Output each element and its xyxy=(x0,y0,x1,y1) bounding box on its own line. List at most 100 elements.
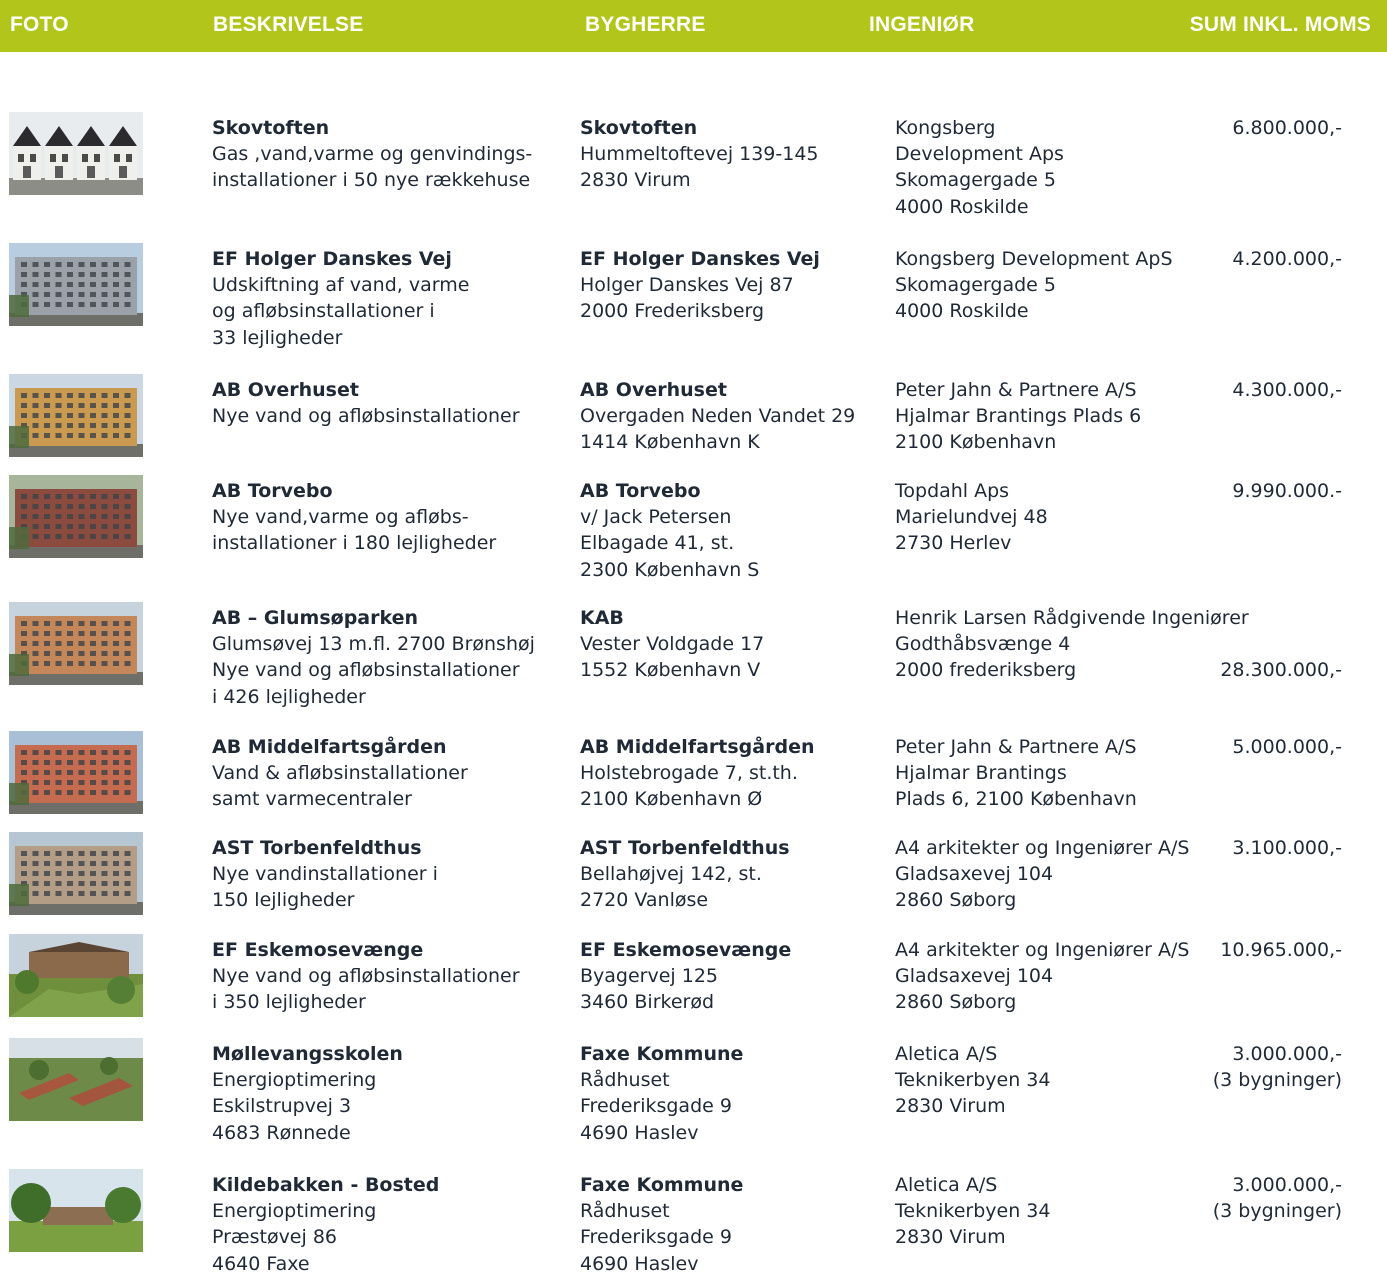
owner-cell-line: 2000 Frederiksberg xyxy=(580,300,765,323)
description-cell-line: i 426 lejligheder xyxy=(212,685,366,708)
owner-cell-title: KAB xyxy=(580,607,624,629)
owner-cell-title: Faxe Kommune xyxy=(580,1174,744,1196)
sum-cell: 3.100.000,- xyxy=(1232,835,1342,861)
engineer-cell-line: 2830 Virum xyxy=(895,1226,1006,1249)
owner-cell-line: 2300 København S xyxy=(580,558,760,581)
engineer-cell-line: 2830 Virum xyxy=(895,1095,1006,1118)
owner-cell-title: EF Holger Danskes Vej xyxy=(580,248,820,270)
description-cell: AB – Glumsøparken Glumsøvej 13 m.fl. 2700… xyxy=(212,605,535,710)
sum-cell-line: 28.300.000,- xyxy=(1220,659,1342,682)
owner-cell-line: Frederiksgade 9 xyxy=(580,1095,732,1118)
engineer-cell-line: 4000 Roskilde xyxy=(895,195,1029,218)
description-cell: EF Eskemosevænge Nye vand og afløbsinstal… xyxy=(212,937,520,1016)
owner-cell: AST Torbenfeldthus Bellahøjvej 142, st. 27… xyxy=(580,835,790,914)
sum-cell: 6.800.000,- xyxy=(1232,115,1342,141)
sum-cell-line: 3.000.000,- xyxy=(1232,1043,1342,1065)
engineer-cell-line: Aletica A/S xyxy=(895,1043,998,1065)
description-cell-line: Gas ,vand,varme og genvindings- xyxy=(212,143,533,166)
description-cell-line: Nye vand og afløbsinstallationer xyxy=(212,659,520,682)
sum-cell: 3.000.000,- (3 bygninger) xyxy=(1213,1041,1342,1093)
owner-cell: Faxe Kommune Rådhuset Frederiksgade 9 4690 … xyxy=(580,1172,743,1277)
engineer-cell-line: Peter Jahn & Partnere A/S xyxy=(895,736,1137,758)
description-cell-line: Energioptimering xyxy=(212,1069,377,1092)
engineer-cell-line: 2730 Herlev xyxy=(895,532,1012,555)
description-cell-title: AST Torbenfeldthus xyxy=(212,837,422,859)
description-cell-line: installationer i 180 lejligheder xyxy=(212,532,497,555)
engineer-cell-line: Skomagergade 5 xyxy=(895,169,1056,192)
engineer-cell-line: 2860 Søborg xyxy=(895,889,1017,912)
description-cell: Kildebakken - Bosted Energioptimering Præs… xyxy=(212,1172,439,1277)
owner-cell-title: AB Middelfartsgården xyxy=(580,736,815,758)
engineer-cell-line: Kongsberg Development ApS xyxy=(895,248,1173,270)
owner-cell-line: Overgaden Neden Vandet 29 xyxy=(580,405,856,428)
owner-cell: EF Eskemosevænge Byagervej 125 3460 Birker… xyxy=(580,937,791,1016)
park-building-photo xyxy=(9,1169,143,1252)
sum-cell-line: 5.000.000,- xyxy=(1232,736,1342,758)
engineer-cell-line: 4000 Roskilde xyxy=(895,300,1029,323)
sum-cell: 9.990.000.- xyxy=(1232,478,1342,504)
engineer-cell: Kongsberg Development ApS Skomagergade 5 4… xyxy=(895,246,1173,325)
description-cell: Møllevangsskolen Energioptimering Eskilstr… xyxy=(212,1041,403,1146)
description-cell-line: Nye vand og afløbsinstallationer xyxy=(212,965,520,988)
engineer-cell: Topdahl Aps Marielundvej 48 2730 Herlev xyxy=(895,478,1048,557)
engineer-cell-line: Teknikerbyen 34 xyxy=(895,1200,1051,1223)
engineer-cell-line: Topdahl Aps xyxy=(895,480,1010,502)
engineer-cell-line: Hjalmar Brantings xyxy=(895,762,1067,785)
description-cell-line: Nye vand og afløbsinstallationer xyxy=(212,405,520,428)
owner-cell-title: Skovtoften xyxy=(580,117,698,139)
description-cell-line: 150 lejligheder xyxy=(212,889,355,912)
sum-cell-line: 3.000.000,- xyxy=(1232,1174,1342,1196)
description-cell-line: samt varmecentraler xyxy=(212,788,412,811)
description-cell: AST Torbenfeldthus Nye vandinstallationer… xyxy=(212,835,438,914)
sum-cell-line: 6.800.000,- xyxy=(1232,117,1342,139)
owner-cell: AB Torvebo v/ Jack Petersen Elbagade 41, s… xyxy=(580,478,759,583)
engineer-cell-line: 2860 Søborg xyxy=(895,991,1017,1014)
owner-cell-line: Elbagade 41, st. xyxy=(580,532,735,555)
owner-cell-line: Byagervej 125 xyxy=(580,965,719,988)
owner-cell-line: 3460 Birkerød xyxy=(580,991,715,1014)
sum-cell-line xyxy=(1220,631,1342,657)
sum-cell-line: 10.965.000,- xyxy=(1220,939,1342,961)
owner-cell-line: Vester Voldgade 17 xyxy=(580,633,765,656)
apartment-block-photo xyxy=(9,374,143,457)
engineer-cell-line: Plads 6, 2100 København xyxy=(895,788,1137,811)
engineer-cell: Peter Jahn & Partnere A/S Hjalmar Brantin… xyxy=(895,734,1137,813)
owner-cell: Faxe Kommune Rådhuset Frederiksgade 9 4690 … xyxy=(580,1041,743,1146)
engineer-cell-line: A4 arkitekter og Ingeniører A/S xyxy=(895,939,1190,961)
row-houses-photo xyxy=(9,112,143,195)
description-cell-line: Præstøvej 86 xyxy=(212,1226,337,1249)
owner-cell-line: Bellahøjvej 142, st. xyxy=(580,863,762,886)
sum-cell-line: 4.300.000,- xyxy=(1232,379,1342,401)
owner-cell-line: v/ Jack Petersen xyxy=(580,506,732,529)
header-ingenior: INGENIØR xyxy=(869,13,975,36)
sum-cell-line: (3 bygninger) xyxy=(1212,1200,1342,1223)
description-cell-line: i 350 lejligheder xyxy=(212,991,366,1014)
sum-cell-line: 4.200.000,- xyxy=(1232,248,1342,270)
sum-cell: 10.965.000,- xyxy=(1220,937,1342,963)
owner-cell-line: Rådhuset xyxy=(580,1200,670,1223)
engineer-cell: Aletica A/S Teknikerbyen 34 2830 Virum xyxy=(895,1172,1050,1251)
engineer-cell-line: Kongsberg xyxy=(895,117,996,139)
owner-cell-line: 1552 København V xyxy=(580,659,761,682)
engineer-cell-line: Hjalmar Brantings Plads 6 xyxy=(895,405,1142,428)
apartment-block-photo xyxy=(9,602,143,685)
engineer-cell-line: Skomagergade 5 xyxy=(895,274,1056,297)
sum-cell-line xyxy=(1220,605,1342,631)
description-cell-line: 4683 Rønnede xyxy=(212,1121,351,1144)
owner-cell-line: 2720 Vanløse xyxy=(580,889,709,912)
description-cell: AB Overhuset Nye vand og afløbsinstallati… xyxy=(212,377,520,429)
sum-cell: 4.300.000,- xyxy=(1232,377,1342,403)
description-cell-line: Udskiftning af vand, varme xyxy=(212,274,470,297)
engineer-cell-line: Aletica A/S xyxy=(895,1174,998,1196)
owner-cell-line: 4690 Haslev xyxy=(580,1252,699,1275)
header-beskrivelse: BESKRIVELSE xyxy=(213,13,364,36)
description-cell-title: EF Eskemosevænge xyxy=(212,939,424,961)
description-cell-line: Nye vand,varme og afløbs- xyxy=(212,506,469,529)
owner-cell-line: Frederiksgade 9 xyxy=(580,1226,732,1249)
owner-cell-line: Holstebrogade 7, st.th. xyxy=(580,762,798,785)
owner-cell-title: EF Eskemosevænge xyxy=(580,939,792,961)
engineer-cell-line: Development Aps xyxy=(895,143,1064,166)
courtyard-photo xyxy=(9,934,143,1017)
sum-cell-line: 3.100.000,- xyxy=(1232,837,1342,859)
description-cell: EF Holger Danskes Vej Udskiftning af vand… xyxy=(212,246,469,351)
